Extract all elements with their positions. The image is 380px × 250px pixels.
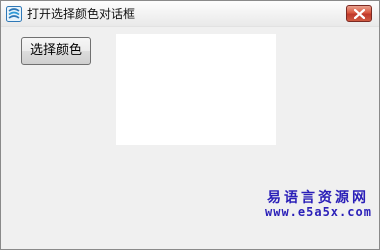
close-icon: [354, 9, 365, 19]
close-button[interactable]: [346, 5, 372, 22]
color-preview-box: [116, 34, 276, 145]
choose-color-button[interactable]: 选择颜色: [21, 37, 91, 65]
watermark-site-name: 易语言资源网: [267, 190, 369, 206]
dialog-window: 打开选择颜色对话框 选择颜色 易语言资源网 www.e5a5x.com: [0, 0, 380, 250]
watermark-url: www.e5a5x.com: [265, 205, 372, 219]
app-logo-icon: [6, 6, 22, 22]
title-bar[interactable]: 打开选择颜色对话框: [1, 1, 379, 27]
window-title: 打开选择颜色对话框: [27, 7, 136, 21]
